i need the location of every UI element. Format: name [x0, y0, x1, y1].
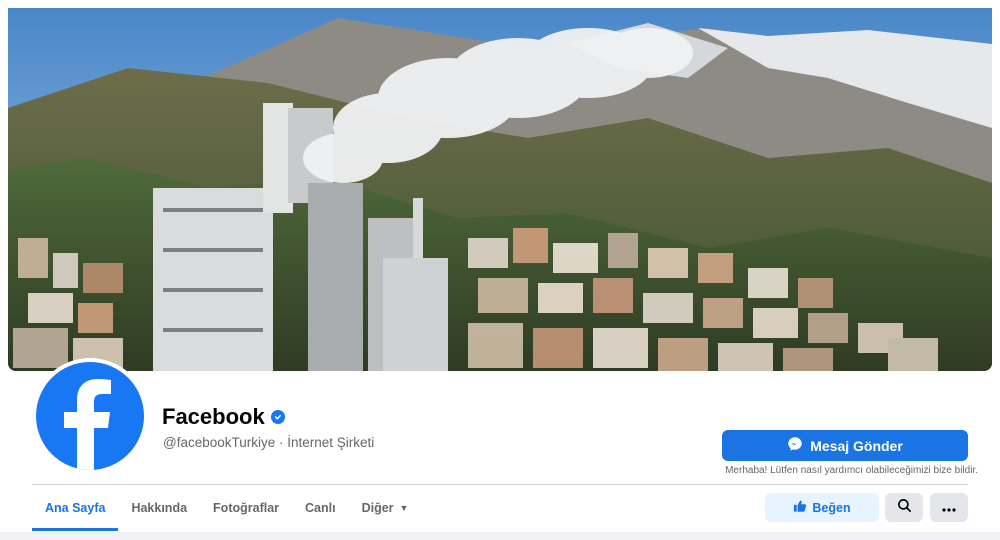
- page-name-text: Facebook: [162, 404, 265, 429]
- send-message-label: Mesaj Gönder: [810, 437, 903, 454]
- messenger-icon: [787, 436, 803, 455]
- page-handle-category: @facebookTurkiye · İnternet Şirketi: [163, 435, 375, 450]
- tab-label: Hakkında: [131, 501, 188, 515]
- facebook-logo-icon: [36, 362, 144, 470]
- tab-label: Ana Sayfa: [45, 501, 106, 515]
- caret-down-icon: ▼: [399, 503, 409, 513]
- message-greeting-text: Merhaba! Lütfen nasıl yardımcı olabilece…: [725, 465, 978, 476]
- more-dots-icon: [942, 499, 956, 517]
- tab-ana-sayfa[interactable]: Ana Sayfa: [32, 485, 119, 531]
- page-header-card: Facebook @facebookTurkiye · İnternet Şir…: [0, 0, 1000, 532]
- tab-fotograflar[interactable]: Fotoğraflar: [200, 485, 292, 531]
- like-button[interactable]: Beğen: [765, 493, 879, 522]
- cover-photo[interactable]: [8, 8, 992, 371]
- page-avatar[interactable]: [32, 358, 148, 474]
- search-button[interactable]: [885, 493, 923, 522]
- tab-diger[interactable]: Diğer ▼: [349, 485, 422, 531]
- thumbs-up-icon: [793, 499, 807, 516]
- more-options-button[interactable]: [930, 493, 968, 522]
- tab-canli[interactable]: Canlı: [292, 485, 349, 531]
- tab-label: Canlı: [305, 501, 336, 515]
- tab-hakkinda[interactable]: Hakkında: [118, 485, 200, 531]
- search-icon: [897, 498, 912, 518]
- tab-label: Fotoğraflar: [213, 501, 280, 515]
- page-title: Facebook: [162, 404, 285, 430]
- page-tabs: Ana Sayfa Hakkında Fotoğraflar Canlı Diğ…: [32, 485, 421, 531]
- verified-check-icon: [270, 410, 285, 424]
- send-message-button[interactable]: Mesaj Gönder: [722, 430, 968, 461]
- like-label: Beğen: [812, 500, 851, 515]
- tab-label: Diğer: [361, 501, 394, 515]
